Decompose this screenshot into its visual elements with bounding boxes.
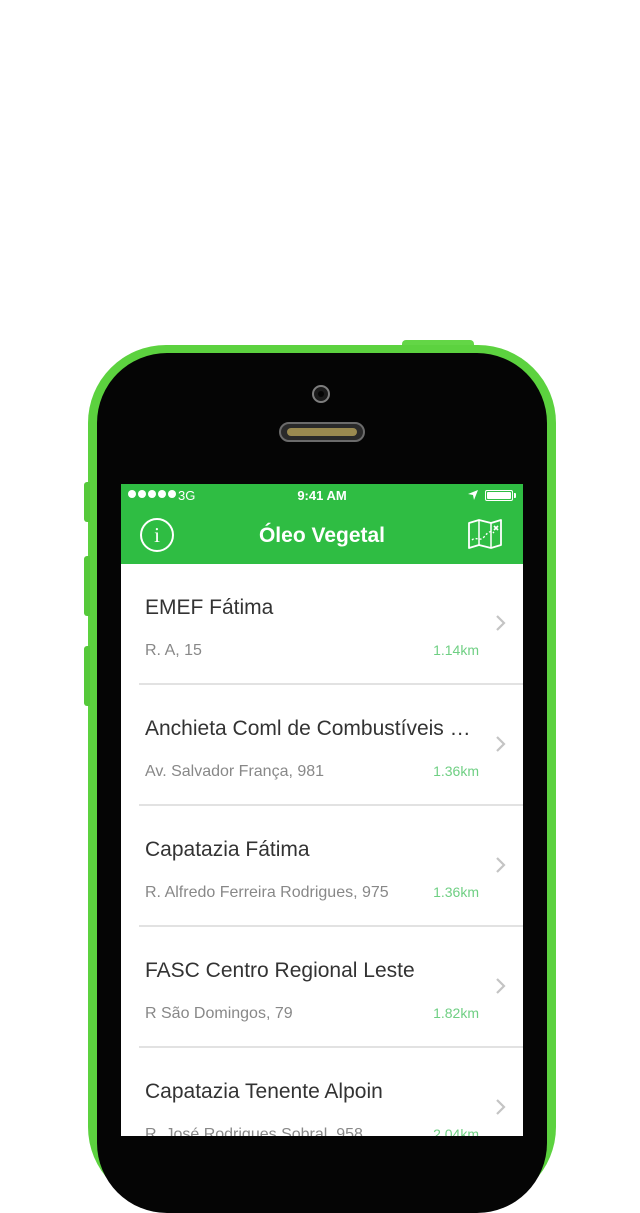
volume-down-button (84, 646, 90, 706)
location-distance: 1.36km (433, 884, 479, 900)
location-name: Capatazia Fátima (145, 838, 310, 861)
mute-switch (84, 482, 90, 522)
location-address: R. José Rodrigues Sobral, 958 (145, 1126, 363, 1136)
location-address: R São Domingos, 79 (145, 1005, 293, 1022)
chevron-right-icon (496, 857, 506, 873)
location-distance: 1.82km (433, 1005, 479, 1021)
location-name: Anchieta Coml de Combustíveis Ltda (145, 717, 475, 740)
volume-up-button (84, 556, 90, 616)
navigation-bar: 3G 9:41 AM i Óleo Vegetal (121, 484, 523, 564)
page-title: Óleo Vegetal (258, 524, 386, 547)
location-address: R. A, 15 (145, 642, 202, 659)
list-item[interactable]: Anchieta Coml de Combustíveis Ltda Av. S… (139, 685, 523, 806)
earpiece-speaker (279, 422, 365, 442)
front-camera (312, 385, 330, 403)
info-button[interactable]: i (140, 518, 174, 552)
location-name: FASC Centro Regional Leste (145, 959, 415, 982)
list-item[interactable]: EMEF Fátima R. A, 15 1.14km (139, 564, 523, 685)
list-item[interactable]: Capatazia Fátima R. Alfredo Ferreira Rod… (139, 806, 523, 927)
battery-icon (485, 490, 516, 501)
location-address: Av. Salvador França, 981 (145, 763, 325, 780)
status-time: 9:41 AM (297, 488, 347, 503)
location-address: R. Alfredo Ferreira Rodrigues, 975 (145, 884, 389, 901)
location-distance: 2.04km (433, 1126, 479, 1136)
location-name: Capatazia Tenente Alpoin (145, 1080, 383, 1103)
list-item[interactable]: Capatazia Tenente Alpoin R. José Rodrigu… (139, 1048, 523, 1136)
chevron-right-icon (496, 978, 506, 994)
location-arrow-icon (468, 490, 478, 500)
location-distance: 1.36km (433, 763, 479, 779)
list-item[interactable]: FASC Centro Regional Leste R São Domingo… (139, 927, 523, 1048)
info-icon: i (154, 522, 160, 547)
locations-list: EMEF Fátima R. A, 15 1.14km Anchieta Com… (121, 564, 523, 1136)
map-icon[interactable] (467, 518, 503, 550)
chevron-right-icon (496, 1099, 506, 1115)
location-name: EMEF Fátima (145, 596, 274, 619)
status-bar: 3G 9:41 AM (121, 484, 523, 508)
chevron-right-icon (496, 736, 506, 752)
location-distance: 1.14km (433, 642, 479, 658)
chevron-right-icon (496, 615, 506, 631)
app-screen: 3G 9:41 AM i Óleo Vegetal EMEF Fátima R.… (121, 484, 523, 1136)
